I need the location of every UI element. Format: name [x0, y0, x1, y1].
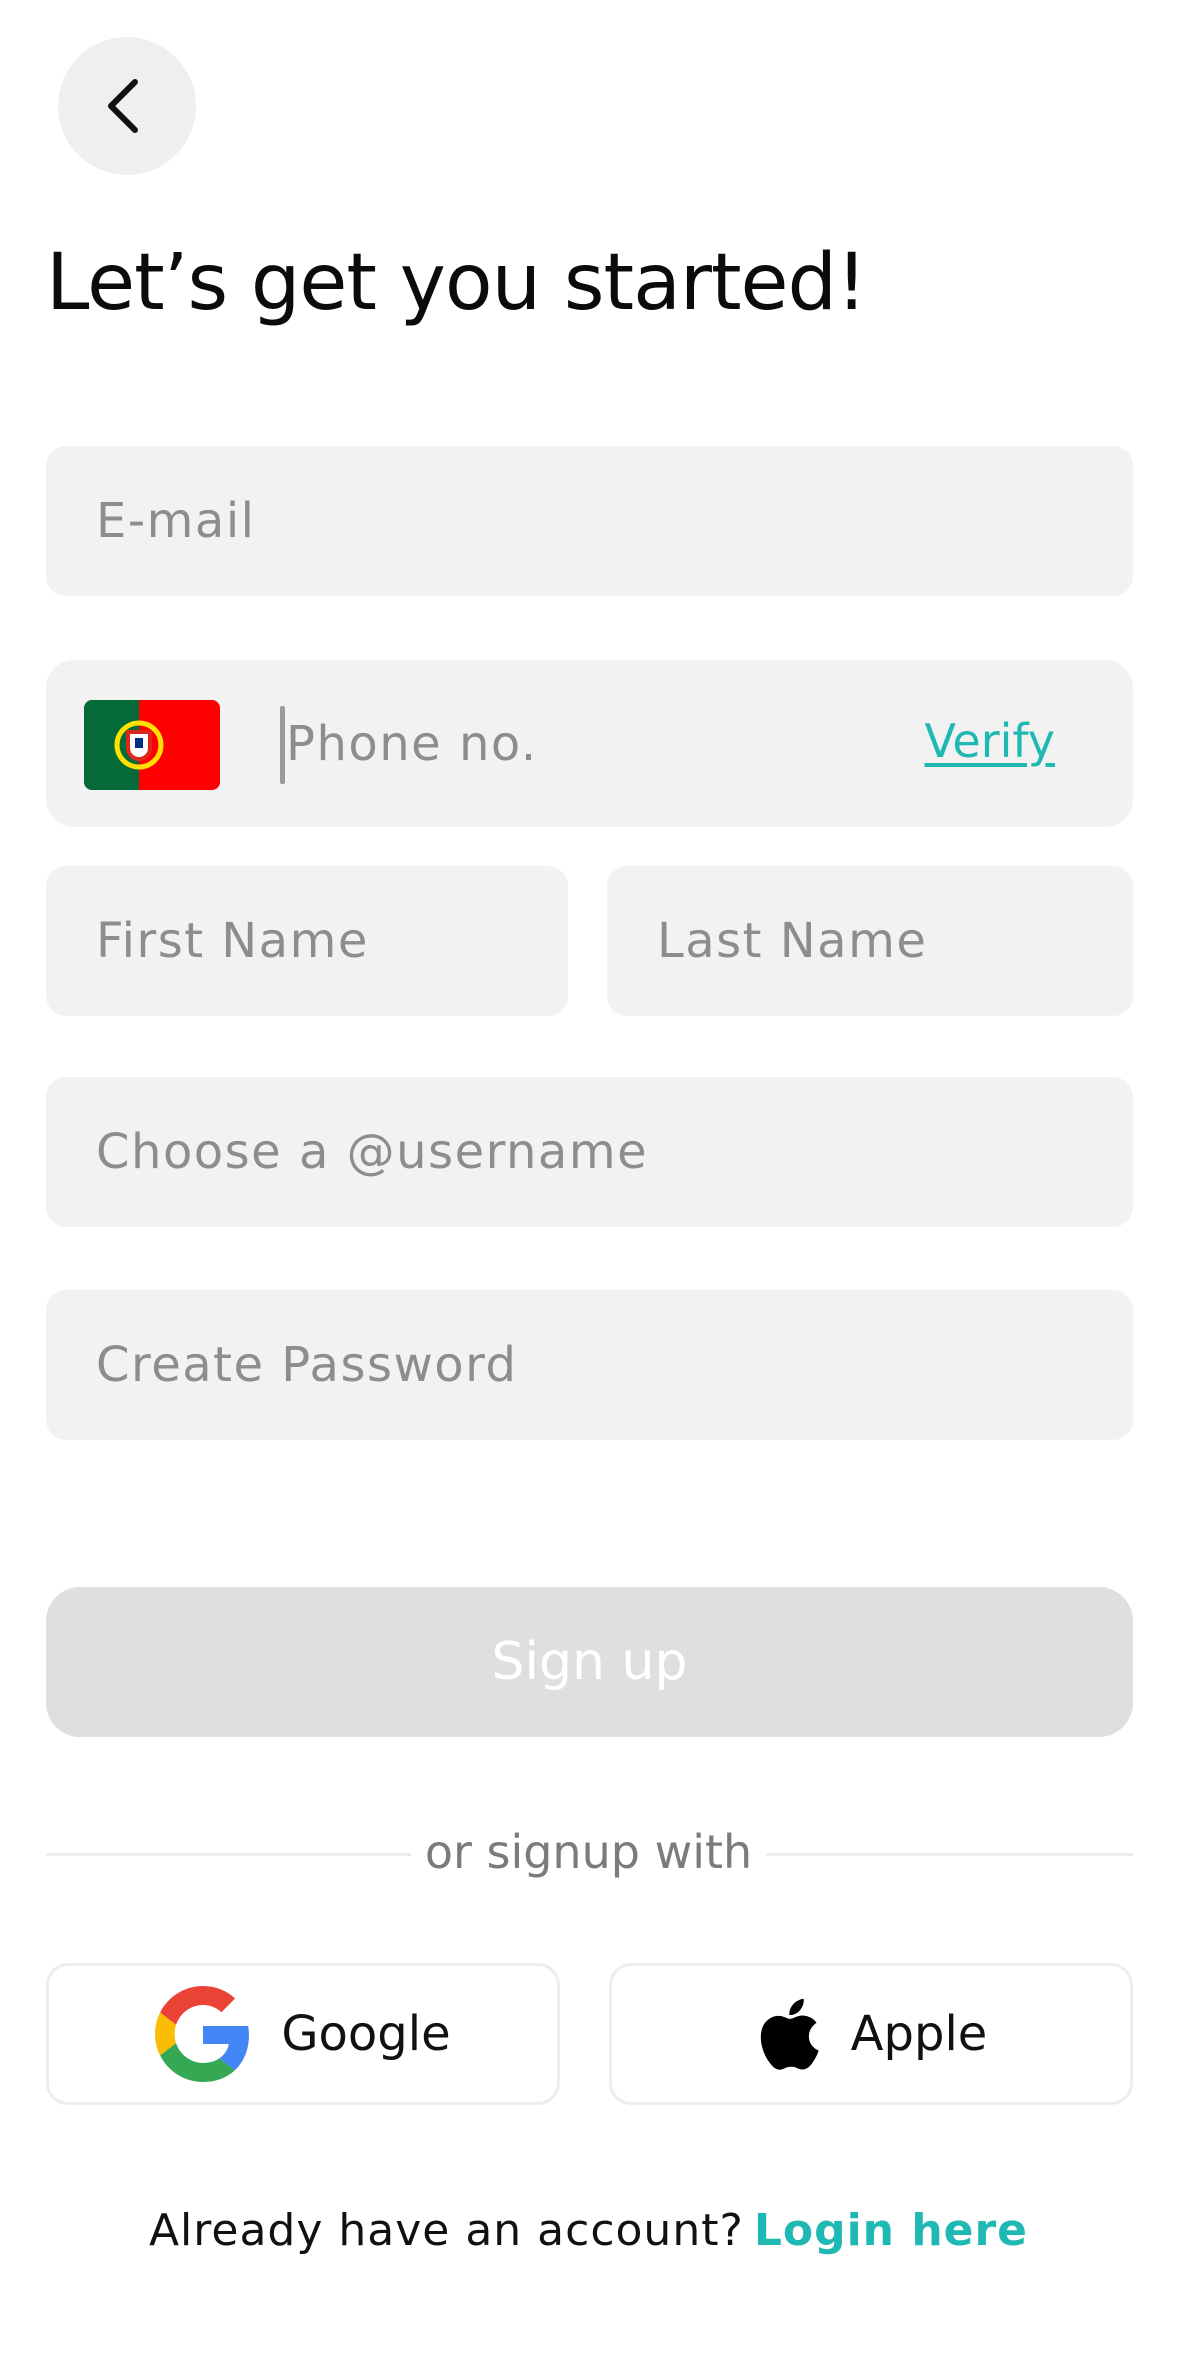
portugal-flag-icon[interactable]	[84, 700, 220, 790]
email-field[interactable]	[46, 446, 1133, 596]
phone-input[interactable]	[282, 690, 842, 798]
last-name-field[interactable]	[607, 866, 1133, 1016]
chevron-left-icon	[108, 79, 138, 133]
username-field[interactable]	[46, 1077, 1133, 1227]
apple-icon	[760, 1998, 819, 2070]
back-button[interactable]	[58, 37, 196, 175]
verify-link[interactable]: Verify	[925, 714, 1056, 768]
divider-label-row: or signup with	[0, 1825, 1177, 1879]
apple-label: Apple	[850, 2006, 988, 2062]
google-icon	[155, 1986, 250, 2082]
phone-field-container: Verify	[46, 660, 1133, 827]
login-prompt-row: Already have an account? Login here	[0, 2205, 1177, 2256]
first-name-field[interactable]	[46, 866, 568, 1016]
login-prompt: Already have an account?	[148, 2205, 744, 2256]
page-title: Let’s get you started!	[46, 238, 867, 328]
signup-button[interactable]: Sign up	[46, 1587, 1133, 1737]
apple-signup-button[interactable]: Apple	[609, 1963, 1133, 2105]
password-field[interactable]	[46, 1290, 1133, 1440]
login-link[interactable]: Login here	[754, 2205, 1028, 2256]
google-signup-button[interactable]: Google	[46, 1963, 560, 2105]
divider-label: or signup with	[410, 1825, 767, 1879]
google-label: Google	[281, 2006, 451, 2062]
